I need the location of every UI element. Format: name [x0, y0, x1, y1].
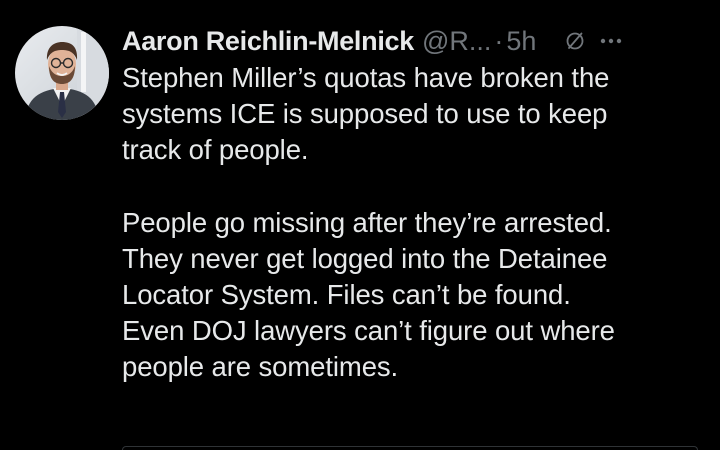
more-horizontal-icon[interactable] [598, 30, 624, 52]
post-line: People go missing after they’re arrested… [122, 206, 612, 238]
author-handle[interactable]: @R... [422, 26, 491, 57]
tweet-content: Aaron Reichlin-Melnick @R... · 5h Stephe… [122, 22, 702, 386]
post-timestamp[interactable]: 5h [506, 26, 536, 57]
post-line: They never get logged into the Detainee [122, 242, 608, 274]
media-card-top-edge [122, 446, 698, 450]
post-line: track of people. [122, 134, 309, 166]
author-display-name[interactable]: Aaron Reichlin-Melnick [122, 26, 414, 57]
tweet-header: Aaron Reichlin-Melnick @R... · 5h [122, 22, 702, 60]
grok-slash-circle-icon[interactable] [564, 30, 586, 52]
avatar[interactable] [15, 26, 109, 120]
post-line: Even DOJ lawyers can’t figure out where [122, 315, 615, 347]
tweet[interactable]: Aaron Reichlin-Melnick @R... · 5h Stephe… [0, 0, 720, 450]
post-paragraph-2: People go missing after they’re arrested… [122, 205, 702, 386]
post-text: Stephen Miller’s quotas have broken the … [122, 60, 702, 386]
post-line: Stephen Miller’s quotas have broken the [122, 62, 610, 93]
separator-dot: · [494, 25, 504, 56]
post-line: systems ICE is supposed to use to keep [122, 98, 608, 130]
post-line: Locator System. Files can’t be found. [122, 279, 571, 311]
post-paragraph-1: Stephen Miller’s quotas have broken the … [122, 60, 702, 169]
avatar-photo [15, 26, 109, 120]
post-line: people are sometimes. [122, 351, 399, 383]
